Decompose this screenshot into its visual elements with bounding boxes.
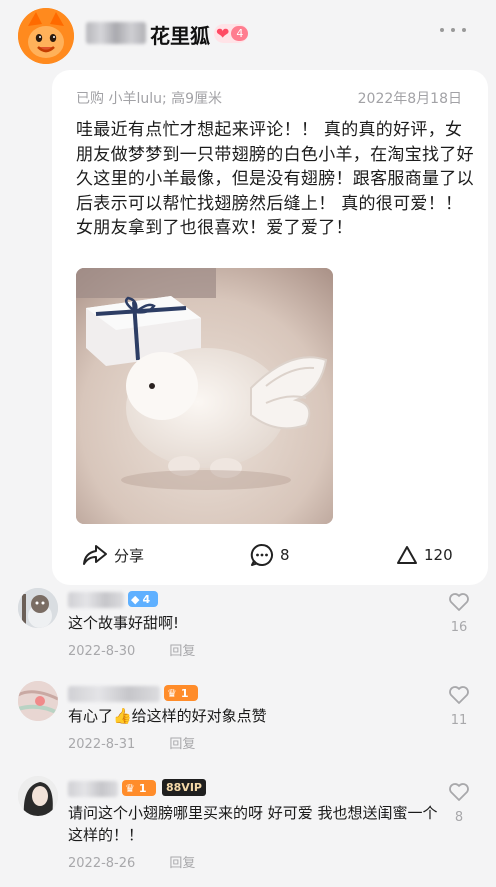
heart-outline-icon — [449, 686, 469, 704]
comment-text: 有心了👍给这样的好对象点赞 — [68, 707, 267, 725]
more-options-icon[interactable] — [440, 24, 466, 36]
plush-sheep-photo-icon — [76, 268, 333, 524]
share-button[interactable]: 分享 — [82, 544, 144, 566]
redacted-commenter-name — [68, 686, 160, 702]
redacted-commenter-name — [68, 592, 124, 608]
crown-icon: ♛ — [125, 781, 135, 795]
commenter-level-badge: ♛ 1 — [164, 685, 198, 701]
level-number: 4 — [231, 26, 249, 41]
like-count: 120 — [424, 546, 453, 564]
comment-item: ◆ 4 这个故事好甜啊! 2022-8-30 回复 16 — [0, 588, 496, 678]
user-avatar[interactable] — [18, 8, 74, 64]
comment-like-count: 16 — [450, 620, 468, 635]
comment-date: 2022-8-31 — [68, 737, 136, 752]
commenter-level-badge: ♛ 1 — [122, 780, 156, 796]
commenter-avatar[interactable] — [18, 681, 58, 721]
comment-like-count: 8 — [454, 810, 464, 825]
reply-button[interactable]: 回复 — [169, 644, 195, 659]
crown-icon: ♛ — [167, 686, 177, 700]
vip-badge: 88VIP — [162, 779, 206, 796]
like-button[interactable]: 120 — [396, 544, 453, 566]
user-nickname[interactable]: 花里狐 — [150, 20, 210, 49]
comment-like-count: 11 — [450, 713, 468, 728]
comment-icon — [250, 543, 273, 566]
reply-button[interactable]: 回复 — [169, 737, 195, 752]
review-text: 哇最近有点忙才想起来评论！！ 真的真的好评，女朋友做梦梦到一只带翅膀的白色小羊，… — [76, 120, 474, 238]
comment-meta: 2022-8-31 回复 — [68, 733, 195, 752]
comment-item: ♛ 1 88VIP 请问这个小翅膀哪里买来的呀 好可爱 我也想送闺蜜一个这样的！… — [0, 776, 496, 884]
commenter-avatar[interactable] — [18, 776, 58, 816]
review-card: 已购 小羊lulu; 高9厘米 2022年8月18日 哇最近有点忙才想起来评论！… — [52, 70, 488, 585]
comment-item: ♛ 1 有心了👍给这样的好对象点赞 2022-8-31 回复 11 — [0, 681, 496, 771]
comment-count: 8 — [280, 546, 290, 564]
comment-meta: 2022-8-26 回复 — [68, 852, 195, 871]
review-header: 花里狐 ❤ 4 — [0, 0, 496, 64]
review-photo[interactable] — [76, 268, 333, 524]
diamond-icon: ◆ — [131, 592, 140, 606]
redacted-commenter-name — [68, 781, 118, 797]
comment-date: 2022-8-30 — [68, 644, 136, 659]
redacted-username — [86, 22, 146, 44]
review-date: 2022年8月18日 — [357, 91, 462, 107]
share-icon — [83, 545, 107, 565]
comment-text: 请问这个小翅膀哪里买来的呀 好可爱 我也想送闺蜜一个这样的！！ — [68, 804, 438, 844]
cat-avatar-icon — [18, 588, 58, 628]
heart-outline-icon — [449, 783, 469, 801]
map-avatar-icon — [18, 681, 58, 721]
user-level-badge: ❤ 4 — [214, 23, 249, 43]
share-label: 分享 — [114, 546, 145, 565]
comment-button[interactable]: 8 — [250, 543, 290, 567]
comment-like-button[interactable]: 8 — [444, 782, 474, 825]
comment-text: 这个故事好甜啊! — [68, 614, 180, 632]
heart-outline-icon — [449, 593, 469, 611]
heart-icon: ❤ — [216, 23, 230, 43]
comment-meta: 2022-8-30 回复 — [68, 640, 195, 659]
comment-like-button[interactable]: 11 — [444, 685, 474, 728]
reply-button[interactable]: 回复 — [169, 856, 195, 871]
review-actions: 分享 8 120 — [52, 540, 488, 574]
comment-date: 2022-8-26 — [68, 856, 136, 871]
comment-like-button[interactable]: 16 — [444, 592, 474, 635]
purchase-info: 已购 小羊lulu; 高9厘米 — [76, 91, 223, 107]
commenter-avatar[interactable] — [18, 588, 58, 628]
fox-avatar-icon — [18, 8, 74, 64]
girl-avatar-icon — [18, 776, 58, 816]
like-triangle-icon — [397, 546, 417, 564]
commenter-level-badge: ◆ 4 — [128, 591, 158, 607]
